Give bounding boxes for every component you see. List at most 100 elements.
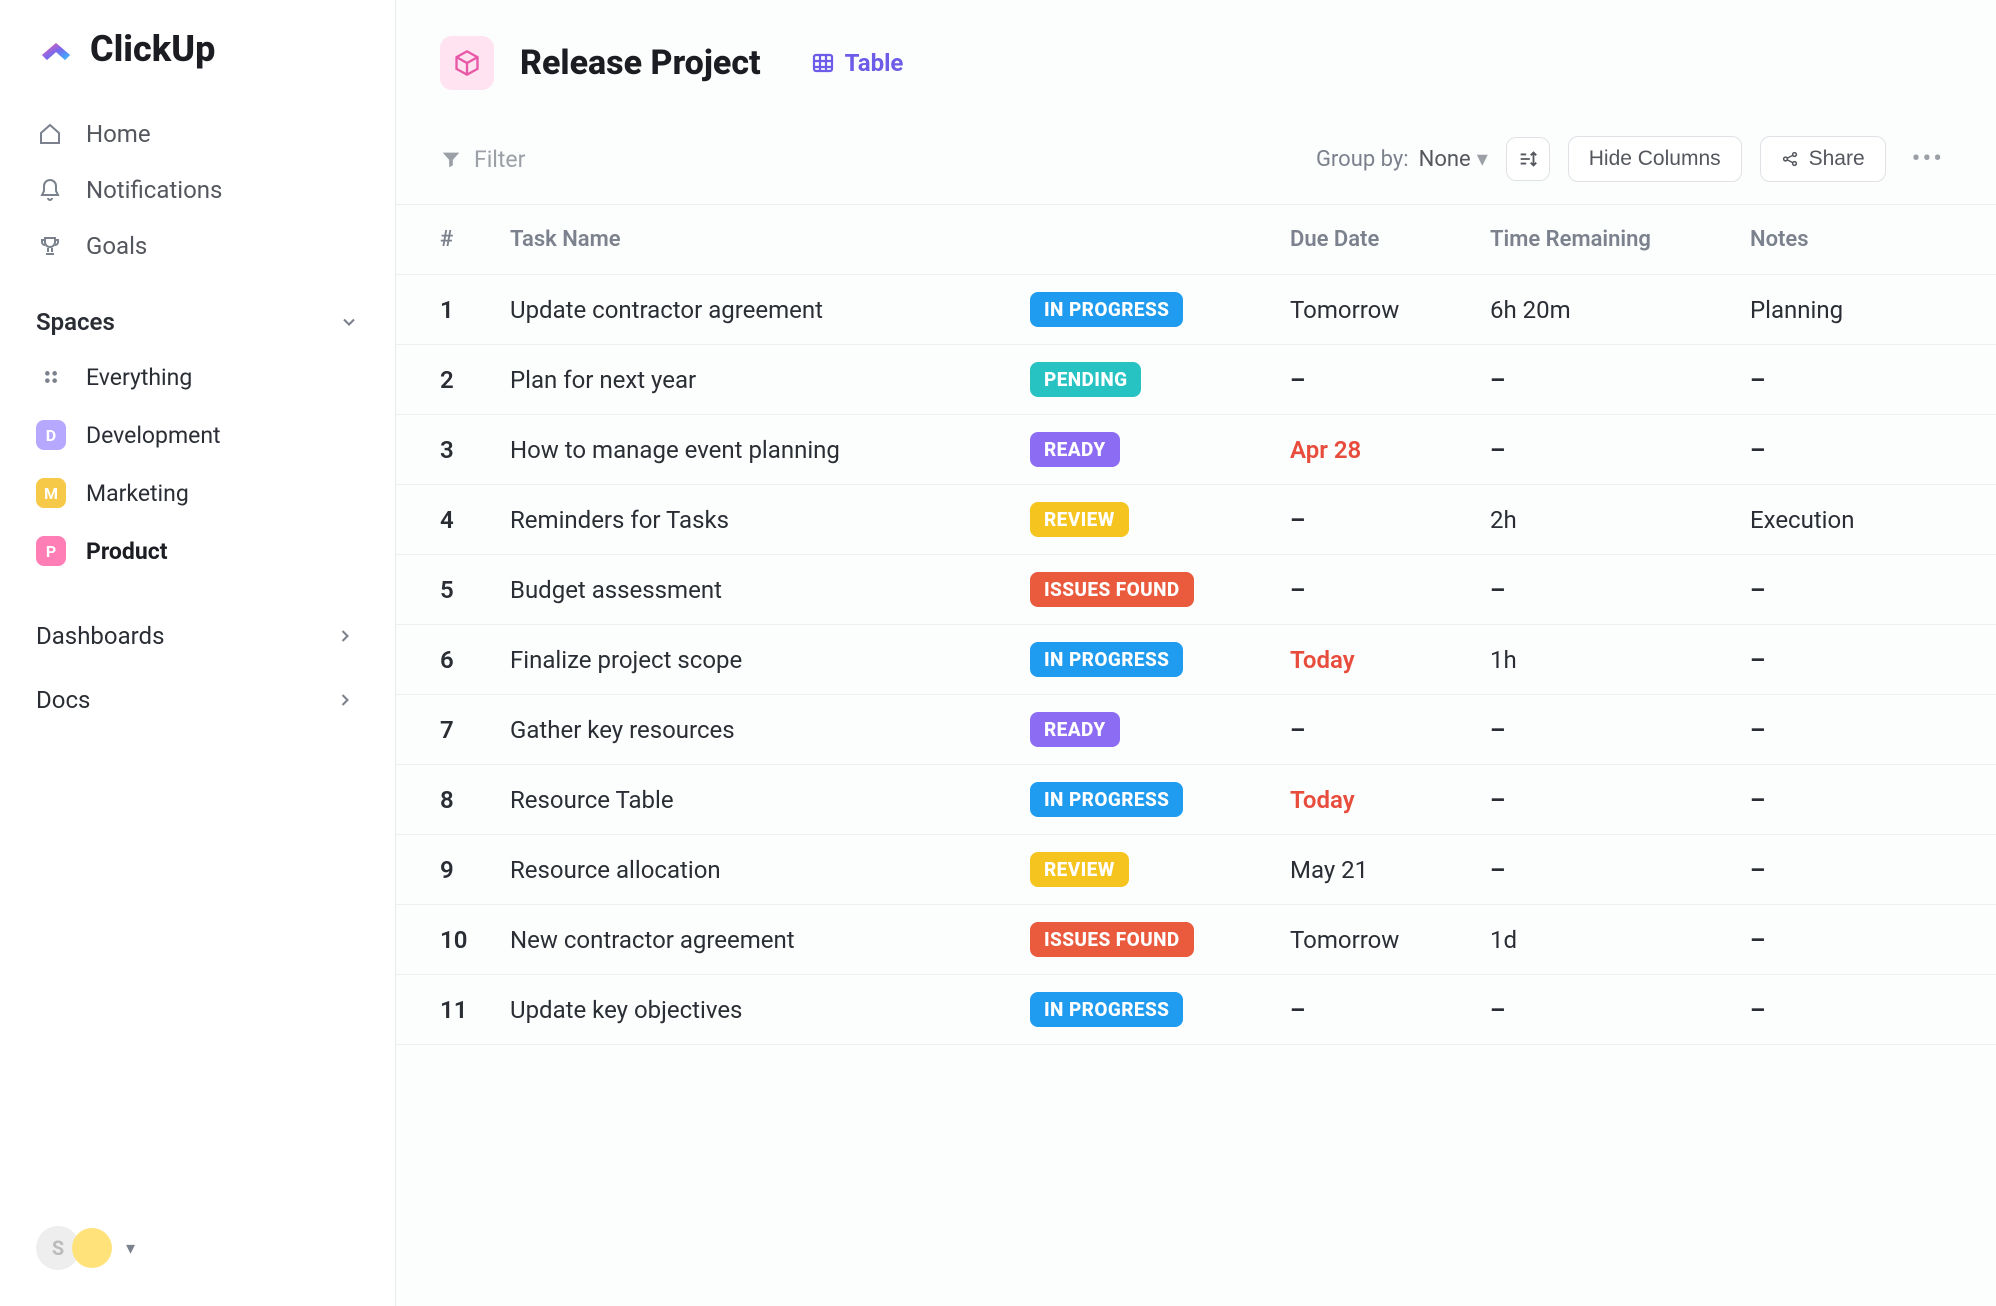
table-row[interactable]: 9Resource allocationREVIEWMay 21–– [396,835,1996,905]
table-row[interactable]: 11Update key objectivesIN PROGRESS––– [396,975,1996,1045]
time-remaining[interactable]: – [1490,996,1750,1024]
time-remaining[interactable]: – [1490,856,1750,884]
status-cell[interactable]: IN PROGRESS [1030,782,1290,817]
status-cell[interactable]: REVIEW [1030,502,1290,537]
groupby-select[interactable]: Group by: None ▾ [1316,147,1488,172]
time-remaining[interactable]: – [1490,576,1750,604]
time-remaining[interactable]: 2h [1490,506,1750,534]
topbar: Release Project Table [396,0,1996,120]
status-cell[interactable]: ISSUES FOUND [1030,922,1290,957]
col-num[interactable]: # [440,227,510,252]
section-label: Dashboards [36,622,164,650]
task-name[interactable]: Resource allocation [510,856,1030,884]
time-remaining[interactable]: 1h [1490,646,1750,674]
section-dashboards[interactable]: Dashboards [0,604,395,668]
notes[interactable]: – [1750,786,1952,814]
section-docs[interactable]: Docs [0,668,395,732]
brand[interactable]: ClickUp [0,28,395,100]
time-remaining[interactable]: 6h 20m [1490,296,1750,324]
notes[interactable]: – [1750,996,1952,1024]
due-date[interactable]: – [1290,506,1490,534]
more-menu[interactable]: ••• [1904,144,1952,174]
col-due[interactable]: Due Date [1290,227,1490,252]
task-name[interactable]: Reminders for Tasks [510,506,1030,534]
table-row[interactable]: 2Plan for next yearPENDING––– [396,345,1996,415]
table-row[interactable]: 3How to manage event planningREADYApr 28… [396,415,1996,485]
grid-dots-icon [36,362,66,392]
time-remaining[interactable]: – [1490,786,1750,814]
table-row[interactable]: 8Resource TableIN PROGRESSToday–– [396,765,1996,835]
space-badge: P [36,536,66,566]
due-date[interactable]: – [1290,576,1490,604]
status-cell[interactable]: PENDING [1030,362,1290,397]
notes[interactable]: – [1750,926,1952,954]
due-date[interactable]: – [1290,996,1490,1024]
task-name[interactable]: Update key objectives [510,996,1030,1024]
task-name[interactable]: New contractor agreement [510,926,1030,954]
time-remaining[interactable]: 1d [1490,926,1750,954]
task-name[interactable]: Plan for next year [510,366,1030,394]
table-row[interactable]: 5Budget assessmentISSUES FOUND––– [396,555,1996,625]
main: Release Project Table Filter Group by: N… [396,0,1996,1306]
notes[interactable]: – [1750,366,1952,394]
time-remaining[interactable]: – [1490,436,1750,464]
spaces-header[interactable]: Spaces [0,280,395,348]
task-name[interactable]: Finalize project scope [510,646,1030,674]
row-number: 9 [440,856,510,884]
notes[interactable]: – [1750,646,1952,674]
notes[interactable]: Execution [1750,506,1952,534]
status-cell[interactable]: REVIEW [1030,852,1290,887]
col-task[interactable]: Task Name [510,227,1030,252]
table-row[interactable]: 1Update contractor agreementIN PROGRESST… [396,275,1996,345]
filter-button[interactable]: Filter [440,146,525,173]
due-date[interactable]: – [1290,366,1490,394]
status-cell[interactable]: IN PROGRESS [1030,292,1290,327]
space-everything[interactable]: Everything [0,348,395,406]
due-date[interactable]: – [1290,716,1490,744]
due-date[interactable]: Tomorrow [1290,296,1490,324]
due-date[interactable]: May 21 [1290,856,1490,884]
status-cell[interactable]: IN PROGRESS [1030,992,1290,1027]
notes[interactable]: – [1750,576,1952,604]
due-date[interactable]: Apr 28 [1290,436,1490,464]
status-cell[interactable]: ISSUES FOUND [1030,572,1290,607]
due-date[interactable]: Today [1290,646,1490,674]
hide-columns-button[interactable]: Hide Columns [1568,136,1742,182]
brand-logo-icon [36,29,76,69]
filter-icon [440,148,462,170]
nav-goals[interactable]: Goals [0,218,395,274]
space-item[interactable]: DDevelopment [0,406,395,464]
table-row[interactable]: 6Finalize project scopeIN PROGRESSToday1… [396,625,1996,695]
view-table[interactable]: Table [811,49,904,77]
task-name[interactable]: Budget assessment [510,576,1030,604]
status-cell[interactable]: READY [1030,432,1290,467]
task-name[interactable]: Update contractor agreement [510,296,1030,324]
task-name[interactable]: Gather key resources [510,716,1030,744]
table-row[interactable]: 4Reminders for TasksREVIEW–2hExecution [396,485,1996,555]
nav-item-label: Notifications [86,176,222,204]
nav-notifications[interactable]: Notifications [0,162,395,218]
notes[interactable]: – [1750,436,1952,464]
notes[interactable]: – [1750,716,1952,744]
status-cell[interactable]: IN PROGRESS [1030,642,1290,677]
row-number: 8 [440,786,510,814]
due-date[interactable]: Today [1290,786,1490,814]
task-name[interactable]: Resource Table [510,786,1030,814]
time-remaining[interactable]: – [1490,366,1750,394]
space-item[interactable]: MMarketing [0,464,395,522]
notes[interactable]: – [1750,856,1952,884]
share-button[interactable]: Share [1760,136,1886,182]
user-menu[interactable]: S ▾ [0,1226,395,1282]
col-time[interactable]: Time Remaining [1490,227,1750,252]
status-cell[interactable]: READY [1030,712,1290,747]
due-date[interactable]: Tomorrow [1290,926,1490,954]
table-row[interactable]: 7Gather key resourcesREADY––– [396,695,1996,765]
notes[interactable]: Planning [1750,296,1952,324]
table-row[interactable]: 10New contractor agreementISSUES FOUNDTo… [396,905,1996,975]
nav-home[interactable]: Home [0,106,395,162]
sort-button[interactable] [1506,137,1550,181]
col-notes[interactable]: Notes [1750,227,1952,252]
task-name[interactable]: How to manage event planning [510,436,1030,464]
space-item[interactable]: PProduct [0,522,395,580]
time-remaining[interactable]: – [1490,716,1750,744]
